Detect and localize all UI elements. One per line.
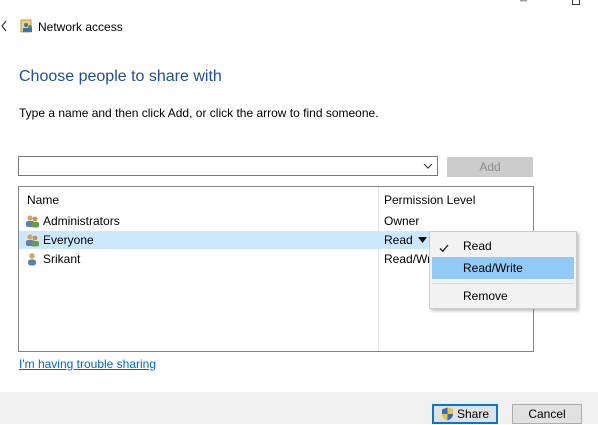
row-name: Srikant	[43, 252, 81, 266]
permission-context-menu: Read Read/Write Remove	[429, 231, 577, 309]
page-heading: Choose people to share with	[19, 68, 222, 85]
cancel-button[interactable]: Cancel	[512, 404, 582, 424]
instructions-text: Type a name and then click Add, or click…	[19, 106, 379, 120]
share-button-label: Share	[456, 407, 490, 421]
user-icon	[25, 252, 40, 266]
maximize-button[interactable]	[572, 0, 580, 5]
row-name: Everyone	[43, 233, 94, 247]
menu-separator	[432, 283, 574, 284]
menu-item-label: Read/Write	[463, 261, 523, 275]
menu-item-read[interactable]: Read	[432, 235, 574, 257]
share-button[interactable]: Share	[432, 404, 498, 424]
uac-shield-icon	[441, 407, 454, 421]
chevron-down-icon[interactable]	[421, 159, 435, 173]
network-share-icon	[20, 19, 34, 33]
trouble-sharing-link[interactable]: I'm having trouble sharing	[19, 357, 156, 371]
menu-item-read-write[interactable]: Read/Write	[432, 257, 574, 279]
column-header-name[interactable]: Name	[27, 193, 59, 207]
minimize-button[interactable]: ─	[520, 0, 530, 7]
row-permission[interactable]: Owner	[384, 214, 419, 228]
name-input[interactable]	[21, 158, 417, 174]
column-header-permission[interactable]: Permission Level	[384, 193, 475, 207]
menu-item-label: Remove	[463, 289, 508, 303]
dialog-footer	[0, 392, 598, 424]
back-arrow-icon[interactable]	[0, 19, 8, 33]
list-row-administrators[interactable]: Administrators Owner	[19, 212, 533, 230]
dropdown-arrow-icon[interactable]	[417, 234, 428, 246]
row-permission[interactable]: Read	[384, 233, 413, 247]
group-icon	[25, 214, 40, 228]
window-title: Network access	[38, 20, 123, 34]
menu-item-label: Read	[463, 239, 492, 253]
group-icon	[25, 233, 40, 247]
row-name: Administrators	[43, 214, 120, 228]
add-button[interactable]: Add	[447, 157, 533, 177]
checkmark-icon	[438, 239, 450, 253]
name-combobox[interactable]	[18, 156, 438, 176]
menu-item-remove[interactable]: Remove	[432, 285, 574, 307]
row-permission[interactable]: Read/Wr	[384, 252, 431, 266]
